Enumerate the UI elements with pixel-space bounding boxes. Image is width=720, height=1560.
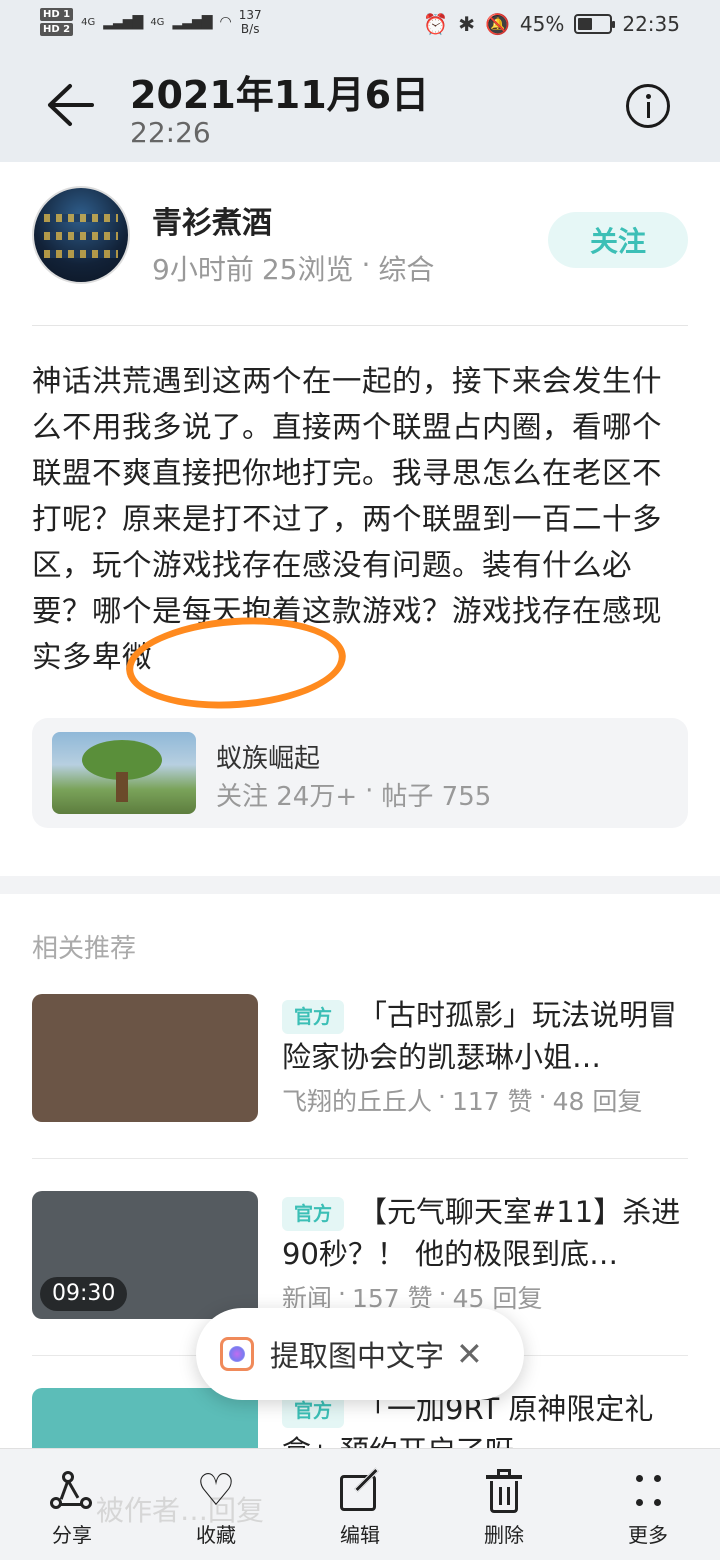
related-item-title: 【元气聊天室#11】杀进90秒？！ 他的极限到底… [282, 1195, 681, 1271]
battery-icon [574, 14, 616, 34]
trash-icon [480, 1467, 528, 1515]
delete-button[interactable]: 删除 [454, 1467, 554, 1548]
author-name[interactable]: 青衫煮酒 [152, 198, 272, 242]
page-title: 2021年11月6日 [130, 73, 430, 117]
signal-icon: ▂▃▅▇ [103, 14, 143, 30]
follow-button[interactable]: 关注 [548, 212, 688, 268]
status-left: HD 1 HD 2 4G ▂▃▅▇ 4G ▂▃▅▇ ◠ 137 B/s [40, 8, 262, 36]
related-replies: 48 回复 [552, 1087, 643, 1116]
extract-text-toast[interactable]: 提取图中文字 ✕ [196, 1308, 524, 1400]
post-views: 25浏览 [261, 253, 354, 286]
avatar-detail [44, 250, 118, 258]
topic-followers: 关注 24万+ [216, 782, 358, 812]
avatar[interactable] [32, 186, 130, 284]
signal-icon-2: ▂▃▅▇ [172, 14, 212, 30]
status-bar: HD 1 HD 2 4G ▂▃▅▇ 4G ▂▃▅▇ ◠ 137 B/s ⏰ ✱ 🔕 … [0, 0, 720, 52]
related-thumbnail [32, 994, 258, 1122]
bottom-action-bar: 被作者…回复 分享 ♡ 收藏 编辑 删除 更多 [0, 1448, 720, 1560]
net2-label: 4G [150, 16, 165, 28]
topic-card[interactable]: 蚁族崛起 关注 24万+ · 帖子 755 [32, 718, 688, 828]
avatar-detail [44, 232, 118, 240]
topic-name: 蚁族崛起 [216, 744, 321, 774]
divider [32, 325, 688, 326]
share-button[interactable]: 分享 [22, 1467, 122, 1548]
divider [32, 1158, 688, 1159]
related-author: 飞翔的丘丘人 [282, 1087, 433, 1116]
related-thumbnail: 09:30 [32, 1191, 258, 1319]
edit-icon [336, 1467, 384, 1515]
related-item[interactable]: 官方 「古时孤影」玩法说明冒险家协会的凯瑟琳小姐… 飞翔的丘丘人 · 117 赞… [32, 994, 688, 1154]
delete-label: 删除 [484, 1523, 524, 1547]
close-icon[interactable]: ✕ [456, 1335, 483, 1373]
clock: 22:35 [622, 12, 680, 36]
speed-unit: B/s [240, 22, 260, 36]
edit-button[interactable]: 编辑 [310, 1467, 410, 1548]
hd2-badge: HD 2 [40, 23, 74, 36]
wifi-icon: ◠ [219, 14, 232, 30]
post-card: 青衫煮酒 9小时前 25浏览 · 综合 关注 神话洪荒遇到这两个在一起的，接下来… [0, 162, 720, 876]
related-title: 相关推荐 [32, 934, 137, 964]
net-speed: 137 B/s [239, 8, 262, 36]
share-icon [48, 1467, 96, 1515]
post-category: 综合 [378, 253, 435, 286]
status-right: ⏰ ✱ 🔕 45% 22:35 [423, 12, 680, 36]
extract-text-label: 提取图中文字 [270, 1339, 445, 1373]
related-likes: 117 赞 [451, 1087, 533, 1116]
more-button[interactable]: 更多 [598, 1467, 698, 1548]
mute-icon: 🔕 [485, 12, 510, 36]
more-label: 更多 [628, 1523, 668, 1547]
post-time-ago: 9小时前 [152, 253, 254, 286]
share-label: 分享 [52, 1523, 92, 1547]
related-thumbnail [32, 1388, 258, 1450]
related-item-meta: 飞翔的丘丘人 · 117 赞 · 48 回复 [282, 1082, 642, 1118]
topic-thumbnail [52, 732, 196, 814]
meta-dot: · [361, 248, 371, 281]
post-content: 神话洪荒遇到这两个在一起的，接下来会发生什么不用我多说了。直接两个联盟占内圈，看… [32, 364, 663, 674]
net1-label: 4G [81, 16, 96, 28]
back-arrow-icon[interactable] [44, 82, 96, 128]
header: 2021年11月6日 22:26 [0, 52, 720, 162]
page-subtitle-time: 22:26 [130, 116, 211, 149]
info-icon[interactable] [626, 84, 670, 128]
topic-dot: · [365, 776, 374, 806]
post-meta: 9小时前 25浏览 · 综合 [152, 248, 434, 288]
related-item-title: 「古时孤影」玩法说明冒险家协会的凯瑟琳小姐… [282, 998, 678, 1074]
meta-dot: · [438, 1082, 446, 1111]
favorite-button[interactable]: ♡ 收藏 [166, 1467, 266, 1548]
avatar-detail [44, 214, 118, 222]
favorite-label: 收藏 [196, 1523, 236, 1547]
edit-label: 编辑 [340, 1523, 380, 1547]
topic-posts: 帖子 755 [381, 782, 492, 812]
video-duration: 09:30 [40, 1277, 128, 1311]
text-scan-icon [220, 1337, 254, 1371]
hd1-badge: HD 1 [40, 8, 74, 21]
topic-meta: 关注 24万+ · 帖子 755 [216, 776, 491, 813]
heart-icon: ♡ [196, 1465, 236, 1516]
more-icon [624, 1467, 672, 1515]
tree-trunk [116, 772, 128, 802]
alarm-icon: ⏰ [423, 12, 449, 36]
speed-value: 137 [238, 8, 262, 22]
bluetooth-icon: ✱ [458, 12, 475, 36]
hd-badges: HD 1 HD 2 [40, 8, 74, 36]
meta-dot: · [538, 1082, 547, 1111]
battery-percent: 45% [519, 12, 565, 36]
